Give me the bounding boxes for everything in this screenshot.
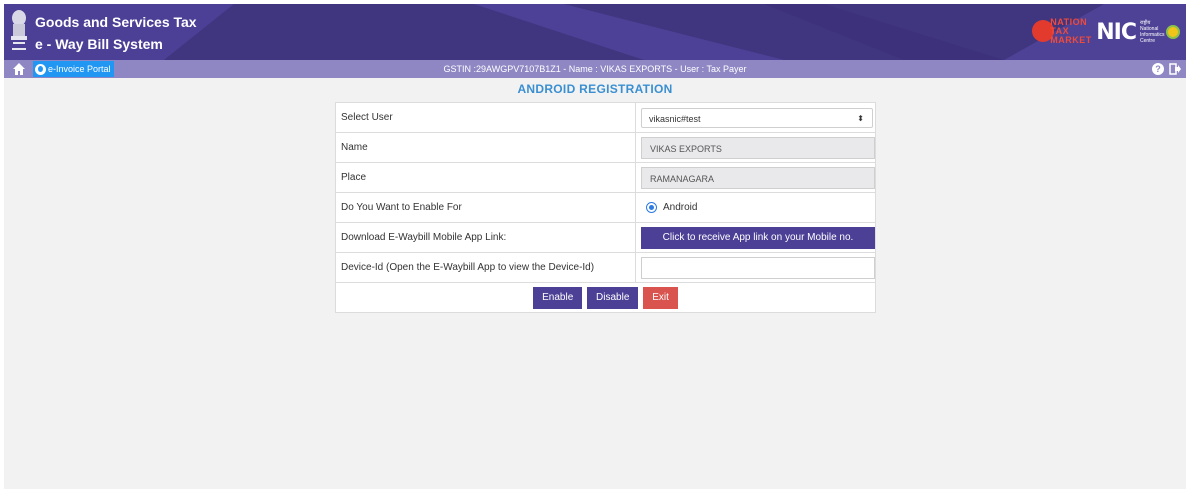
app-header: Goods and Services Tax e - Way Bill Syst…: [4, 4, 1186, 60]
header-title-gst: Goods and Services Tax: [35, 14, 197, 30]
enable-button[interactable]: Enable: [533, 286, 583, 309]
enable-for-label: Do You Want to Enable For: [335, 192, 636, 223]
partner-logos: NATION TAX MARKET NIC राष्ट्रीय National…: [1030, 14, 1180, 50]
form-row-enable-for: Do You Want to Enable For Android: [335, 192, 876, 223]
android-radio-option[interactable]: Android: [641, 202, 875, 213]
nic-globe-icon: [1166, 25, 1180, 39]
caret-icon: ⬍: [857, 113, 864, 123]
name-field: VIKAS EXPORTS: [641, 136, 875, 159]
form-row-select-user: Select User vikasnic#test ⬍: [335, 102, 876, 133]
exit-button[interactable]: Exit: [643, 286, 678, 309]
form-row-place: Place RAMANAGARA: [335, 162, 876, 193]
form-actions-row: Enable Disable Exit: [335, 282, 876, 313]
help-icon[interactable]: ?: [1152, 63, 1164, 75]
download-app-label: Download E-Waybill Mobile App Link:: [335, 222, 636, 253]
android-registration-form: Select User vikasnic#test ⬍ Name VIKAS E…: [335, 102, 876, 313]
home-icon[interactable]: [12, 62, 26, 76]
name-label: Name: [335, 132, 636, 163]
android-radio-button[interactable]: [646, 202, 657, 213]
place-label: Place: [335, 162, 636, 193]
form-row-name: Name VIKAS EXPORTS: [335, 132, 876, 163]
einvoice-portal-label: e-Invoice Portal: [48, 64, 111, 74]
logout-icon[interactable]: [1169, 63, 1181, 75]
form-row-download: Download E-Waybill Mobile App Link: Clic…: [335, 222, 876, 253]
nic-logo: NIC: [1096, 19, 1137, 45]
emblem-icon: [11, 10, 27, 50]
select-user-value: vikasnic#test: [649, 113, 701, 124]
top-navbar: GSTIN :29AWGPV7107B1Z1 - Name : VIKAS EX…: [4, 60, 1186, 78]
user-info-text: GSTIN :29AWGPV7107B1Z1 - Name : VIKAS EX…: [443, 64, 747, 74]
header-background-pattern: [164, 4, 1186, 60]
header-title-ewaybill: e - Way Bill System: [35, 36, 163, 52]
form-row-device-id: Device-Id (Open the E-Waybill App to vie…: [335, 252, 876, 283]
einvoice-portal-button[interactable]: e-Invoice Portal: [33, 61, 114, 77]
device-id-input[interactable]: [641, 256, 875, 279]
device-id-label: Device-Id (Open the E-Waybill App to vie…: [335, 252, 636, 283]
select-user-label: Select User: [335, 102, 636, 133]
globe-icon: [35, 63, 46, 75]
nic-subtext: राष्ट्रीय National Informatics Centre: [1140, 20, 1165, 44]
app-frame: Goods and Services Tax e - Way Bill Syst…: [4, 4, 1186, 489]
disable-button[interactable]: Disable: [587, 286, 639, 309]
page-title: ANDROID REGISTRATION: [517, 82, 673, 96]
receive-app-link-button[interactable]: Click to receive App link on your Mobile…: [641, 226, 875, 249]
place-field: RAMANAGARA: [641, 166, 875, 189]
logo-text-market: MARKET: [1050, 35, 1092, 45]
android-radio-label: Android: [663, 202, 698, 213]
nation-tax-market-logo: NATION TAX MARKET: [1030, 16, 1092, 48]
select-user-dropdown[interactable]: vikasnic#test ⬍: [641, 107, 873, 128]
